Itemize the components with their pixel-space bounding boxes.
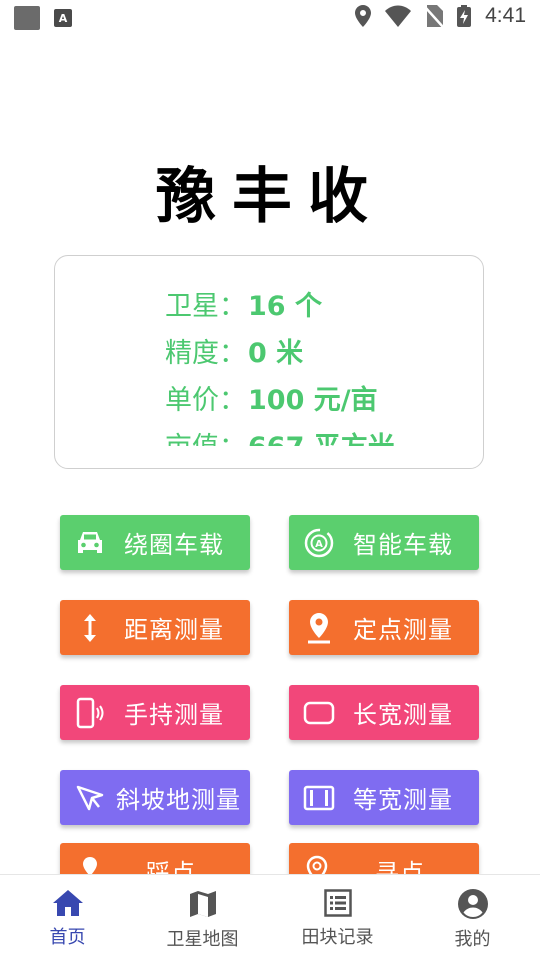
nav-me-label: 我的 <box>454 929 491 950</box>
mu-value-value: 667 平方米 <box>248 425 395 446</box>
slope-measure-button[interactable]: 斜坡地测量 <box>60 770 250 825</box>
bottom-navigation: 首页 卫星地图 田块记录 我的 <box>0 874 540 961</box>
satellite-value: 16 个 <box>248 291 322 322</box>
accuracy-row: 精度： 0 米 <box>165 327 465 374</box>
walk-point-label: 踩点 <box>146 859 196 874</box>
equal-width-measure-label: 等宽测量 <box>353 786 453 814</box>
fixed-point-measure-label: 定点测量 <box>353 616 453 644</box>
function-button-grid: 绕圈车载 A 智能车载 距离测量 定点测量 手持测量 长宽测量 斜坡地测量 等宽… <box>0 490 540 874</box>
nav-satellite-map[interactable]: 卫星地图 <box>135 875 270 961</box>
unit-price-label: 单价： <box>165 385 246 416</box>
smart-vehicle-button[interactable]: A 智能车载 <box>289 515 479 570</box>
nav-home[interactable]: 首页 <box>0 875 135 961</box>
search-location-icon <box>303 855 335 874</box>
account-icon <box>457 889 488 919</box>
nav-satellite-map-label: 卫星地图 <box>166 929 239 950</box>
gps-info-card: 卫星： 16 个 精度： 0 米 单价： 100 元/亩 亩值： 667 平方米 <box>54 255 484 469</box>
find-point-button[interactable]: 寻点 <box>289 843 479 874</box>
walk-point-button[interactable]: 踩点 <box>60 843 250 874</box>
length-width-measure-button[interactable]: 长宽测量 <box>289 685 479 740</box>
slope-measure-label: 斜坡地测量 <box>116 786 241 814</box>
handheld-measure-button[interactable]: 手持测量 <box>60 685 250 740</box>
location-pin-icon <box>303 612 335 644</box>
vertical-arrows-icon <box>74 612 106 644</box>
mu-value-row: 亩值： 667 平方米 <box>165 421 465 446</box>
svg-text:A: A <box>315 539 323 550</box>
nav-field-records-label: 田块记录 <box>301 927 374 948</box>
location-icon <box>355 5 372 27</box>
battery-charging-icon <box>457 5 472 27</box>
smart-vehicle-label: 智能车载 <box>353 531 453 559</box>
unit-price-value: 100 元/亩 <box>248 385 378 416</box>
info-scroll-area[interactable]: 卫星： 16 个 精度： 0 米 单价： 100 元/亩 亩值： 667 平方米 <box>165 280 465 446</box>
nav-me[interactable]: 我的 <box>405 875 540 961</box>
auto-navigation-icon: A <box>303 527 335 559</box>
notification-image-icon <box>14 6 40 30</box>
distance-measure-label: 距离测量 <box>124 616 224 644</box>
satellite-row: 卫星： 16 个 <box>165 280 465 327</box>
nav-field-records[interactable]: 田块记录 <box>270 875 405 961</box>
circle-vehicle-button[interactable]: 绕圈车载 <box>60 515 250 570</box>
slope-arrow-icon <box>74 782 106 814</box>
app-title: 豫丰收 <box>156 162 384 232</box>
fixed-point-measure-button[interactable]: 定点测量 <box>289 600 479 655</box>
walk-point-icon <box>74 855 106 874</box>
rounded-rectangle-icon <box>303 697 335 729</box>
equal-width-measure-button[interactable]: 等宽测量 <box>289 770 479 825</box>
list-icon <box>323 889 352 917</box>
accuracy-label: 精度： <box>165 338 246 369</box>
car-icon <box>74 527 106 559</box>
wifi-icon <box>385 5 412 27</box>
no-sim-icon <box>425 5 444 27</box>
phone-vibrate-icon <box>74 697 106 729</box>
equal-width-icon <box>303 782 335 814</box>
keyboard-a-icon: A <box>54 9 72 27</box>
accuracy-value: 0 米 <box>248 338 304 369</box>
nav-home-label: 首页 <box>49 927 86 948</box>
length-width-measure-label: 长宽测量 <box>353 701 453 729</box>
circle-vehicle-label: 绕圈车载 <box>124 531 224 559</box>
mu-value-label: 亩值： <box>165 425 246 446</box>
find-point-label: 寻点 <box>375 859 425 874</box>
home-icon <box>52 890 83 916</box>
satellite-label: 卫星： <box>165 291 246 322</box>
unit-price-row: 单价： 100 元/亩 <box>165 374 465 421</box>
distance-measure-button[interactable]: 距离测量 <box>60 600 250 655</box>
map-icon <box>189 891 216 917</box>
handheld-measure-label: 手持测量 <box>124 701 224 729</box>
clock: 4:41 <box>485 4 526 27</box>
status-bar: A 4:41 <box>0 0 540 36</box>
